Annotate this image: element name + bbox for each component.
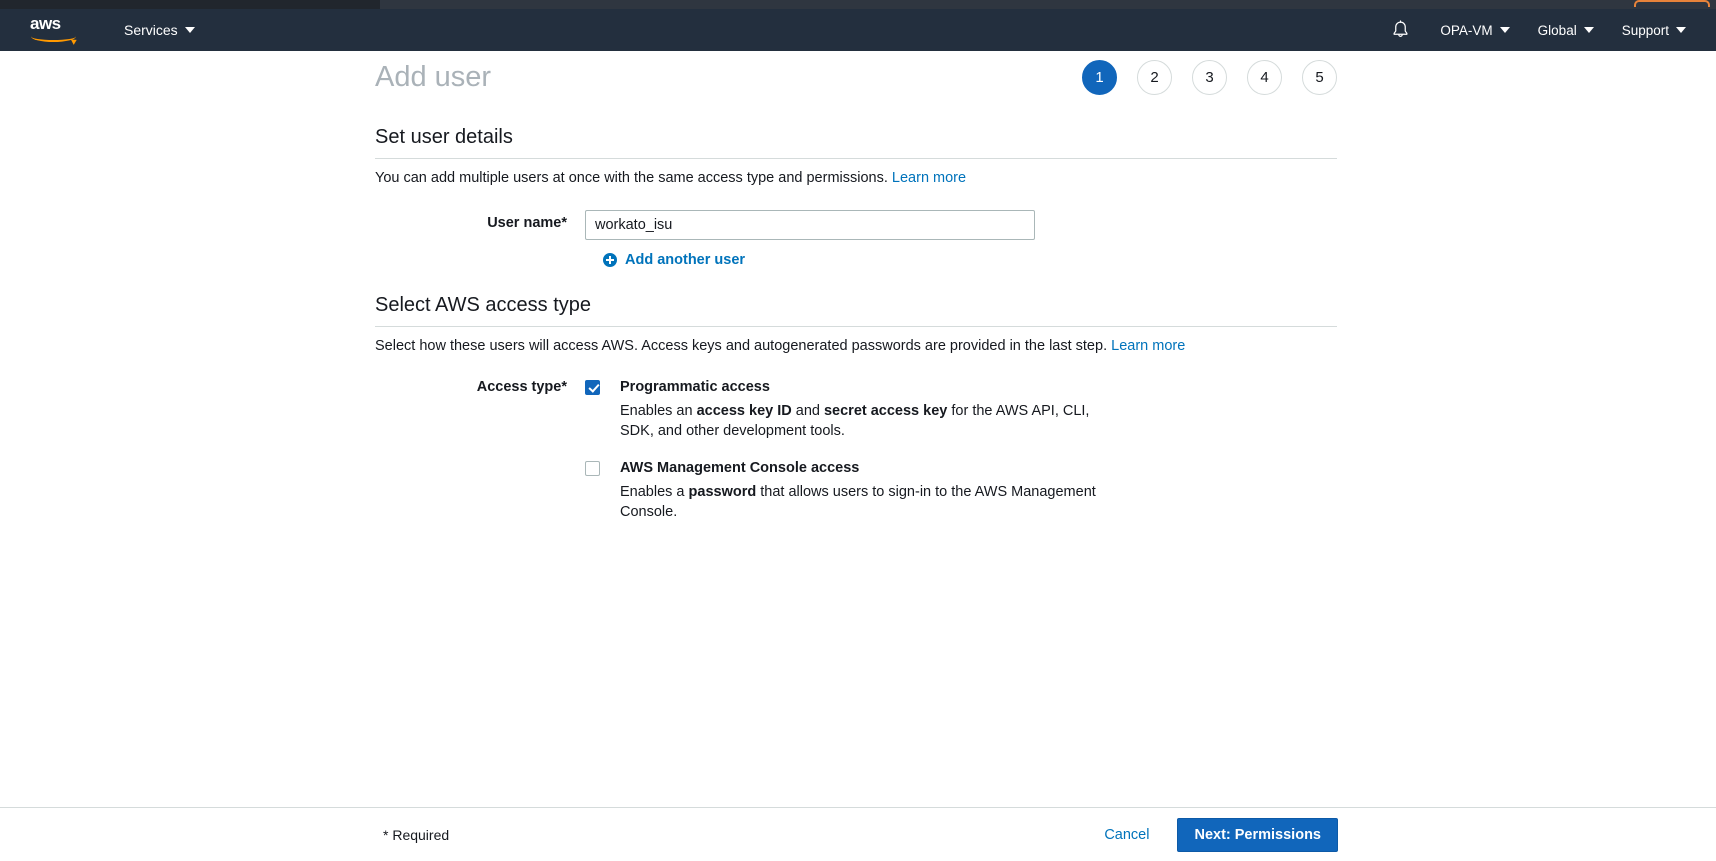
aws-logo[interactable]: aws [30,15,82,45]
set-user-details-description-text: You can add multiple users at once with … [375,170,888,186]
nav-services-menu[interactable]: Services [124,22,195,38]
chevron-down-icon [1500,27,1510,33]
wizard-step-1[interactable]: 1 [1082,60,1117,95]
notifications-bell-button[interactable] [1375,20,1426,40]
access-type-heading: Select AWS access type [375,294,1337,327]
footer-actions: Cancel Next: Permissions [1098,818,1338,852]
console-desc-bold1: password [689,484,757,500]
wizard-step-3[interactable]: 3 [1192,60,1227,95]
programmatic-desc-part2: and [792,403,824,419]
programmatic-access-body: Programmatic access Enables an access ke… [620,378,1110,441]
console-desc-part1: Enables a [620,484,689,500]
nav-region-menu[interactable]: Global [1524,9,1608,51]
wizard-step-4[interactable]: 4 [1247,60,1282,95]
aws-top-navigation: aws Services OPA-VM Global Support [0,9,1716,51]
programmatic-access-checkbox[interactable] [585,380,600,395]
console-access-title: AWS Management Console access [620,459,1110,478]
console-access-row: AWS Management Console access Enables a … [375,459,1337,522]
nav-services-label: Services [124,22,178,38]
programmatic-desc-part1: Enables an [620,403,697,419]
page-header: Add user 1 2 3 4 5 [375,60,1337,95]
chevron-down-icon [1676,27,1686,33]
browser-tab-partial[interactable] [1634,0,1710,7]
required-note: * Required [383,827,449,843]
access-type-section: Select AWS access type Select how these … [375,294,1337,522]
wizard-step-5[interactable]: 5 [1302,60,1337,95]
console-access-checkbox[interactable] [585,461,600,476]
aws-logo-smile-icon [31,31,76,42]
nav-account-label: OPA-VM [1440,23,1492,38]
programmatic-desc-bold2: secret access key [824,403,947,419]
access-type-description-text: Select how these users will access AWS. … [375,338,1107,354]
plus-circle-icon [603,253,617,267]
chevron-down-icon [185,27,195,33]
programmatic-access-row: Access type* Programmatic access Enables… [375,378,1337,441]
access-type-description: Select how these users will access AWS. … [375,337,1337,356]
set-user-details-description: You can add multiple users at once with … [375,169,1337,188]
page-title: Add user [375,61,491,94]
chevron-down-icon [1584,27,1594,33]
wizard-step-2[interactable]: 2 [1137,60,1172,95]
wizard-step-1-label: 1 [1095,69,1103,86]
nav-account-menu[interactable]: OPA-VM [1426,9,1523,51]
access-type-learn-more-link[interactable]: Learn more [1111,338,1185,354]
wizard-step-indicator: 1 2 3 4 5 [1082,60,1337,95]
browser-chrome-left [0,0,380,9]
username-input[interactable] [585,210,1035,240]
console-access-description: Enables a password that allows users to … [620,482,1110,522]
set-user-details-section: Set user details You can add multiple us… [375,126,1337,268]
add-another-user-button[interactable]: Add another user [603,252,745,268]
set-user-details-learn-more-link[interactable]: Learn more [892,170,966,186]
username-form-row: User name* [375,210,1337,240]
console-access-spacer [375,459,585,460]
nav-support-menu[interactable]: Support [1608,9,1700,51]
programmatic-access-title: Programmatic access [620,378,1110,397]
page-body: Add user 1 2 3 4 5 Set u [0,51,1716,807]
browser-chrome-strip [0,0,1716,9]
nav-support-label: Support [1622,23,1669,38]
nav-region-label: Global [1538,23,1577,38]
next-permissions-button[interactable]: Next: Permissions [1177,818,1338,852]
bell-icon [1391,20,1410,40]
wizard-step-2-label: 2 [1150,69,1158,86]
cancel-button[interactable]: Cancel [1098,826,1155,844]
programmatic-desc-bold1: access key ID [697,403,792,419]
set-user-details-heading: Set user details [375,126,1337,159]
programmatic-access-description: Enables an access key ID and secret acce… [620,401,1110,441]
username-label: User name* [375,210,585,231]
wizard-step-3-label: 3 [1205,69,1213,86]
nav-right-group: OPA-VM Global Support [1375,9,1716,51]
add-another-user-label: Add another user [625,252,745,268]
access-type-label: Access type* [375,378,585,395]
wizard-step-4-label: 4 [1260,69,1268,86]
wizard-step-5-label: 5 [1315,69,1323,86]
footer-action-bar: * Required Cancel Next: Permissions [0,807,1716,861]
console-access-body: AWS Management Console access Enables a … [620,459,1110,522]
